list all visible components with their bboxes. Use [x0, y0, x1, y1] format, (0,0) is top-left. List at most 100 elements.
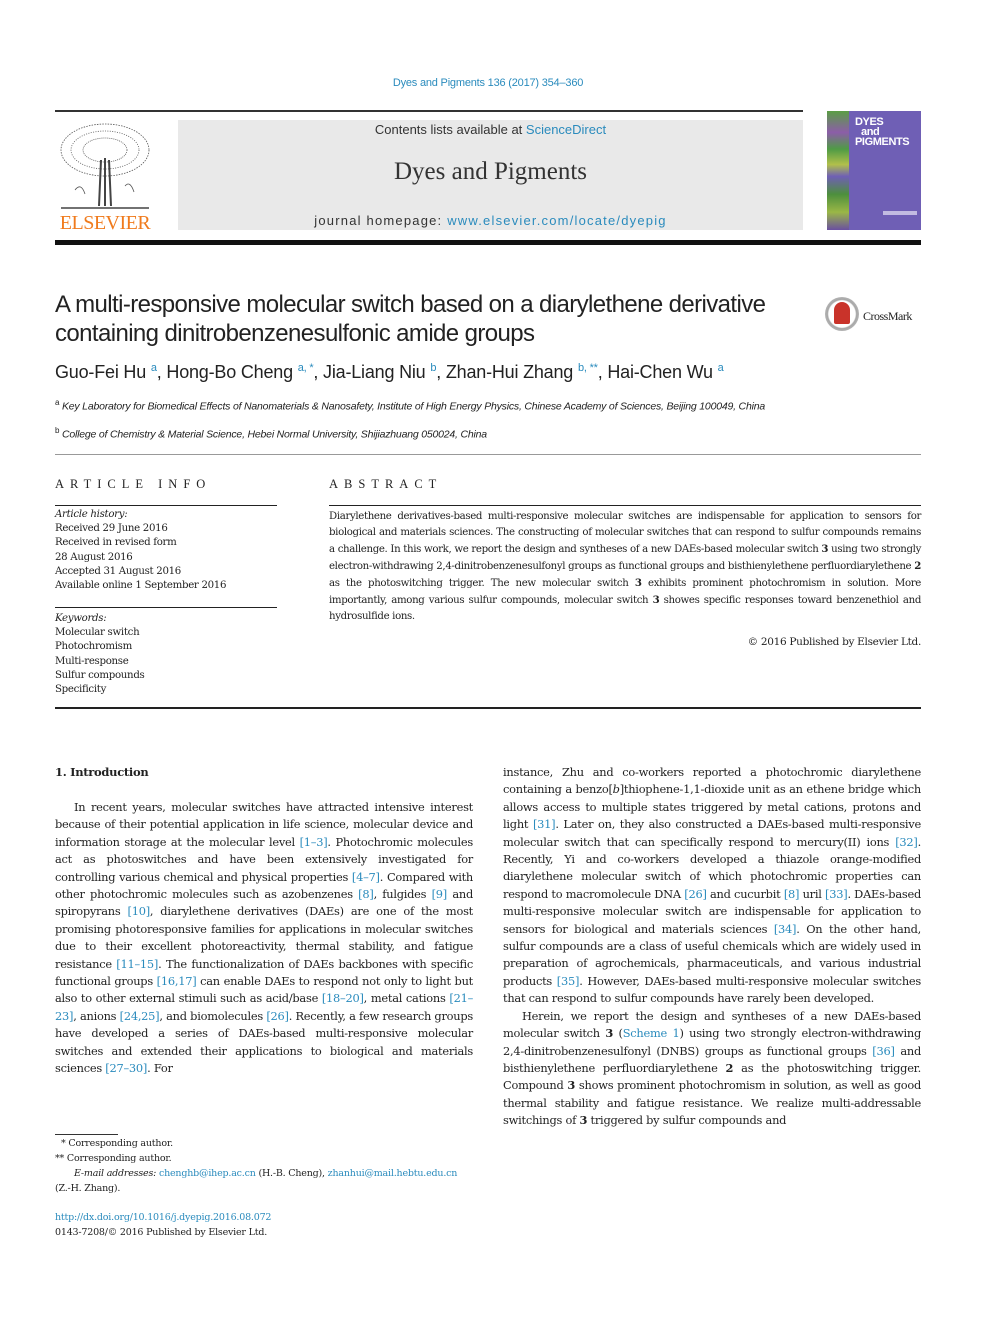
reference-link[interactable]: [32]	[895, 835, 918, 849]
divider	[55, 505, 277, 506]
abstract-heading: ABSTRACT	[329, 477, 443, 491]
author-name[interactable]: Zhan-Hui Zhang	[446, 362, 573, 382]
section-heading-introduction: 1. Introduction	[55, 765, 149, 779]
author-name[interactable]: Hong-Bo Cheng	[166, 362, 293, 382]
header-rule	[55, 110, 803, 112]
reference-link[interactable]: [31]	[533, 817, 556, 831]
author-affiliation-mark[interactable]: b	[430, 362, 436, 374]
reference-link[interactable]: [11–15]	[116, 957, 158, 971]
reference-link[interactable]: [18–20]	[322, 991, 364, 1005]
author-affiliation-mark[interactable]: a	[718, 362, 724, 374]
author-name[interactable]: Guo-Fei Hu	[55, 362, 146, 382]
author-affiliation-mark[interactable]: b, **	[578, 362, 598, 374]
compound-number: 3	[567, 1078, 576, 1093]
italic-text: b	[612, 782, 620, 797]
issn-copyright: 0143-7208/© 2016 Published by Elsevier L…	[55, 1227, 268, 1238]
text-run: and cucurbit	[706, 886, 784, 901]
email-owner: (H.-B. Cheng),	[255, 1168, 328, 1179]
keyword: Molecular switch	[55, 627, 140, 639]
keywords-label: Keywords:	[55, 613, 107, 624]
history-entry: 28 August 2016	[55, 551, 133, 563]
keywords: Keywords: Molecular switch Photochromism…	[55, 612, 275, 697]
body-column-right: instance, Zhu and co-workers reported a …	[503, 764, 921, 1130]
cover-publisher-mark	[883, 211, 917, 215]
author-name[interactable]: Hai-Chen Wu	[607, 362, 713, 382]
reference-link[interactable]: [26]	[684, 887, 707, 901]
journal-homepage-link[interactable]: www.elsevier.com/locate/dyepig	[447, 213, 667, 228]
email-owner: (Z.-H. Zhang).	[55, 1183, 121, 1194]
article-title: A multi-responsive molecular switch base…	[55, 291, 766, 347]
contents-prefix: Contents lists available at	[374, 122, 526, 137]
divider	[55, 454, 921, 455]
body-column-left: In recent years, molecular switches have…	[55, 799, 473, 1078]
text-run: triggered by sulfur compounds and	[587, 1113, 787, 1128]
reference-link[interactable]: [26]	[266, 1009, 289, 1023]
author-affiliation-mark[interactable]: a	[151, 362, 157, 374]
keyword: Multi-response	[55, 655, 129, 667]
abstract-copyright: © 2016 Published by Elsevier Ltd.	[747, 636, 922, 648]
crossmark-label: CrossMark	[863, 309, 912, 323]
journal-citation[interactable]: Dyes and Pigments 136 (2017) 354–360	[0, 77, 976, 89]
text-run: (	[613, 1026, 623, 1041]
affiliation-mark: a	[55, 398, 60, 407]
crossmark-bookmark-icon	[834, 302, 850, 324]
article-history: Article history: Received 29 June 2016 R…	[55, 508, 275, 593]
compound-number: 3	[579, 1113, 588, 1128]
footnotes: * Corresponding author. ** Corresponding…	[55, 1136, 475, 1196]
reference-link[interactable]: Scheme 1	[623, 1026, 680, 1040]
history-entry: Accepted 31 August 2016	[55, 565, 181, 577]
doi-block: http://dx.doi.org/10.1016/j.dyepig.2016.…	[55, 1210, 271, 1240]
affiliation-a: a Key Laboratory for Biomedical Effects …	[55, 396, 815, 414]
email-link[interactable]: chenghb@ihep.ac.cn	[159, 1168, 256, 1179]
reference-link[interactable]: [33]	[825, 887, 848, 901]
reference-link[interactable]: [16,17]	[157, 974, 197, 988]
abstract-text: Diarylethene derivatives-based multi-res…	[329, 509, 921, 625]
reference-link[interactable]: [8]	[784, 887, 800, 901]
article-history-label: Article history:	[55, 509, 128, 520]
keyword: Sulfur compounds	[55, 669, 145, 681]
reference-link[interactable]: [24,25]	[120, 1009, 160, 1023]
reference-link[interactable]: [10]	[128, 904, 151, 918]
affiliation-text: Key Laboratory for Biomedical Effects of…	[61, 400, 765, 413]
journal-banner: Contents lists available at ScienceDirec…	[178, 120, 803, 230]
text-run: uril	[799, 886, 826, 901]
history-entry: Received 29 June 2016	[55, 523, 168, 535]
reference-link[interactable]: [36]	[872, 1044, 895, 1058]
text-run: , anions	[73, 1008, 120, 1023]
keyword: Specificity	[55, 684, 107, 696]
affiliation-mark: b	[55, 426, 60, 435]
author-list: Guo-Fei Hu a, Hong-Bo Cheng a, *, Jia-Li…	[55, 362, 724, 382]
reference-link[interactable]: [1–3]	[300, 835, 328, 849]
crossmark-button[interactable]: CrossMark	[825, 297, 925, 335]
history-entry: Available online 1 September 2016	[55, 580, 227, 592]
email-link[interactable]: zhanhui@mail.hebtu.edu.cn	[328, 1168, 458, 1179]
reference-link[interactable]: [4–7]	[352, 870, 380, 884]
elsevier-wordmark: ELSEVIER	[59, 212, 151, 234]
text-run: , metal cations	[363, 991, 450, 1006]
text-run: . Later on, they also constructed a DAEs…	[503, 817, 921, 849]
text-run: , and biomolecules	[159, 1008, 267, 1023]
compound-number: 2	[914, 560, 921, 572]
keyword: Photochromism	[55, 641, 132, 653]
elsevier-tree-icon	[60, 123, 150, 209]
doi-link[interactable]: http://dx.doi.org/10.1016/j.dyepig.2016.…	[55, 1212, 271, 1223]
author-affiliation-mark[interactable]: a, *	[298, 362, 314, 374]
footnote-corresponding-1: * Corresponding author.	[61, 1138, 173, 1149]
reference-link[interactable]: [27–30]	[105, 1061, 147, 1075]
sciencedirect-link[interactable]: ScienceDirect	[526, 122, 606, 137]
journal-cover-thumbnail[interactable]: DYES and PIGMENTS	[827, 111, 921, 230]
affiliation-b: b College of Chemistry & Material Scienc…	[55, 424, 815, 442]
header-thick-rule	[55, 240, 921, 245]
paragraph: instance, Zhu and co-workers reported a …	[503, 764, 921, 1008]
compound-number: 3	[634, 577, 642, 589]
contents-line: Contents lists available at ScienceDirec…	[178, 122, 803, 137]
reference-link[interactable]: [34]	[774, 922, 797, 936]
affiliation-text: College of Chemistry & Material Science,…	[61, 428, 487, 441]
reference-link[interactable]: [8]	[358, 887, 374, 901]
divider	[55, 707, 921, 709]
reference-link[interactable]: [35]	[557, 974, 580, 988]
reference-link[interactable]: [9]	[432, 887, 448, 901]
author-name[interactable]: Jia-Liang Niu	[323, 362, 426, 382]
article-info-heading: ARTICLE INFO	[55, 477, 212, 491]
footnote-rule	[55, 1134, 118, 1135]
